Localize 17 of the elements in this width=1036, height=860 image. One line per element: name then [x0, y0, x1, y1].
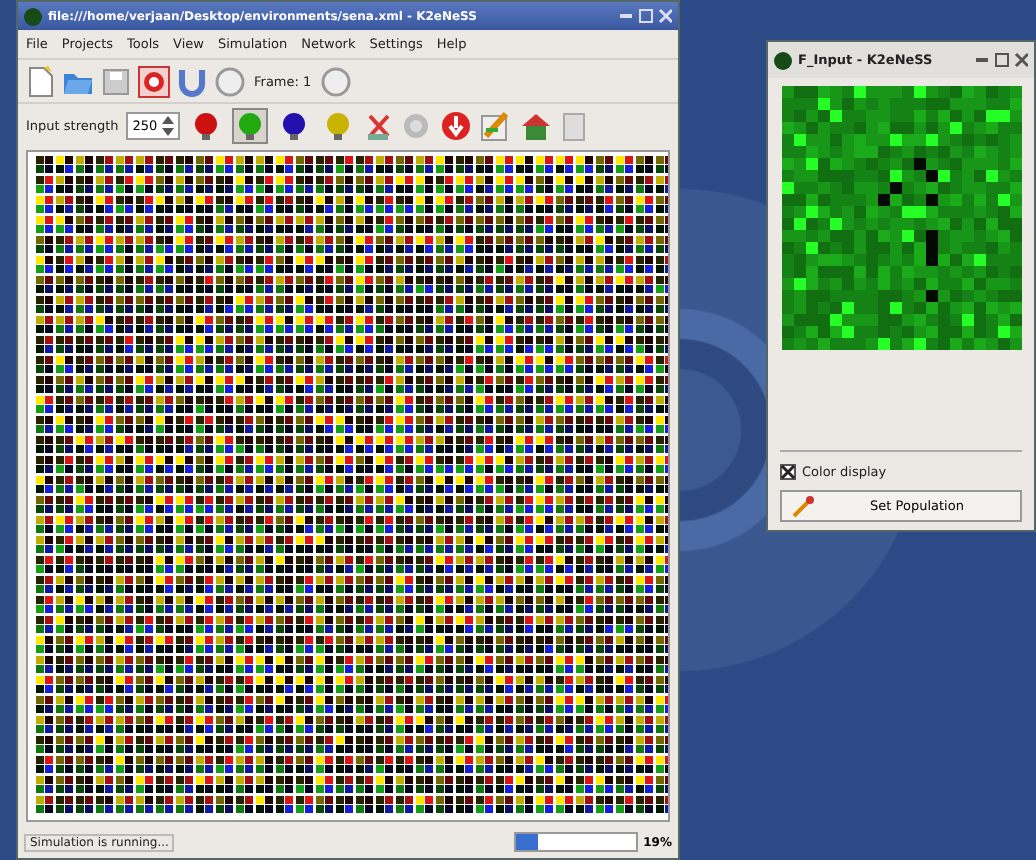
- new-file-icon[interactable]: [26, 65, 54, 97]
- window-controls-icon[interactable]: [620, 8, 672, 24]
- app-icon: [24, 7, 42, 25]
- paint-icon[interactable]: [479, 109, 512, 141]
- save-icon[interactable]: [102, 67, 130, 95]
- brush-button[interactable]: [231, 107, 268, 143]
- wand-icon: [790, 494, 814, 518]
- window-controls-icon[interactable]: [976, 52, 1028, 68]
- app-icon: [774, 51, 792, 69]
- eraser-icon[interactable]: [363, 109, 392, 141]
- stop-icon[interactable]: [138, 65, 170, 97]
- magnet-icon[interactable]: [178, 65, 206, 97]
- house-icon[interactable]: [519, 109, 552, 141]
- forward-icon[interactable]: [319, 65, 352, 97]
- checkbox-icon[interactable]: [780, 464, 796, 480]
- spin-arrows-icon[interactable]: [161, 115, 174, 135]
- back-icon[interactable]: [214, 65, 246, 97]
